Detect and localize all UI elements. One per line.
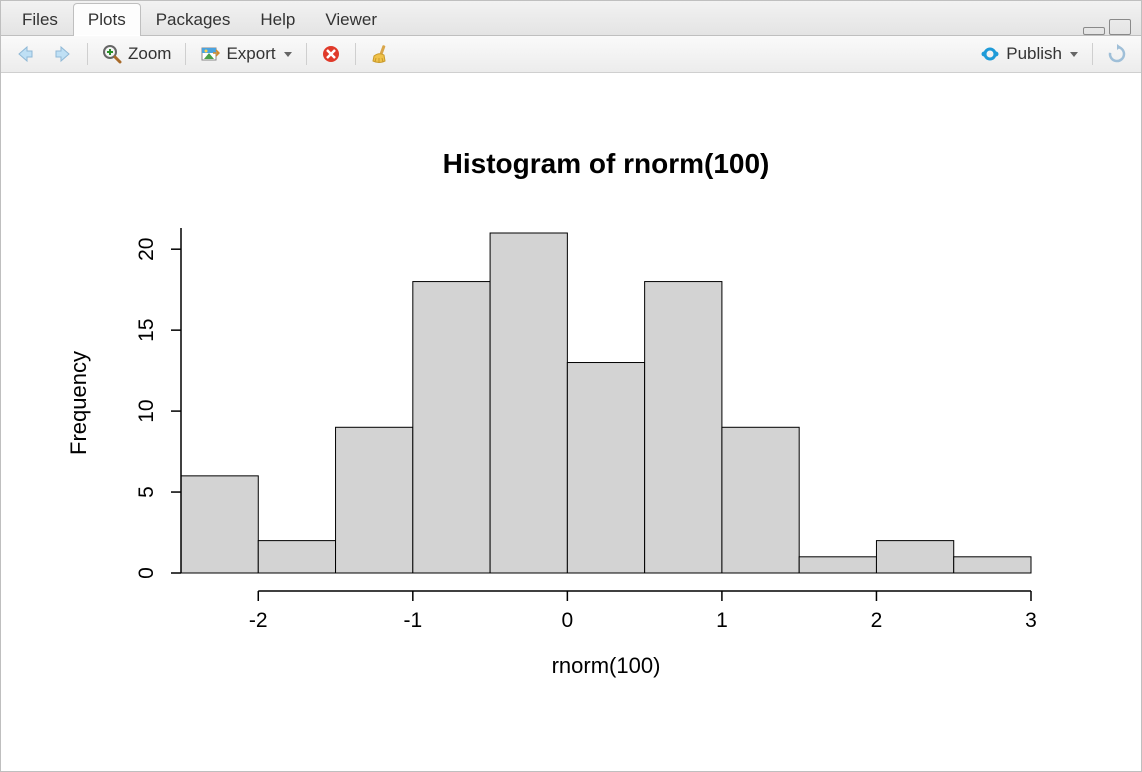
magnifier-plus-icon	[102, 44, 122, 64]
svg-text:Frequency: Frequency	[66, 351, 91, 455]
svg-text:0: 0	[135, 567, 158, 579]
export-label: Export	[226, 44, 275, 64]
publish-label: Publish	[1006, 44, 1062, 64]
prev-plot-button[interactable]	[9, 42, 41, 66]
tab-plots[interactable]: Plots	[73, 3, 141, 36]
export-image-icon	[200, 44, 220, 64]
plot-canvas: Histogram of rnorm(100) -2 -1 0 1 2 3 0 5 10 15 20 r…	[1, 73, 1141, 771]
tab-packages[interactable]: Packages	[141, 3, 246, 36]
next-plot-button[interactable]	[47, 42, 79, 66]
svg-text:15: 15	[135, 318, 158, 341]
remove-icon	[321, 44, 341, 64]
pane-window-controls	[1083, 19, 1135, 35]
zoom-label: Zoom	[128, 44, 171, 64]
arrow-right-icon	[53, 44, 73, 64]
toolbar-separator	[87, 43, 88, 65]
svg-text:0: 0	[562, 609, 574, 632]
svg-text:10: 10	[135, 399, 158, 422]
plots-toolbar: Zoom Export	[1, 36, 1141, 73]
publish-icon	[980, 44, 1000, 64]
refresh-icon	[1107, 44, 1127, 64]
toolbar-separator	[306, 43, 307, 65]
svg-text:20: 20	[135, 238, 158, 261]
svg-text:3: 3	[1025, 609, 1037, 632]
svg-text:Histogram of rnorm(100): Histogram of rnorm(100)	[443, 148, 770, 179]
toolbar-separator	[185, 43, 186, 65]
clear-all-button[interactable]	[364, 42, 396, 66]
minimize-icon[interactable]	[1083, 27, 1105, 35]
pane-tabs: Files Plots Packages Help Viewer	[1, 1, 1141, 36]
chevron-down-icon	[284, 52, 292, 57]
svg-text:5: 5	[135, 486, 158, 498]
publish-button[interactable]: Publish	[974, 42, 1084, 66]
zoom-button[interactable]: Zoom	[96, 42, 177, 66]
tab-files[interactable]: Files	[7, 3, 73, 36]
arrow-left-icon	[15, 44, 35, 64]
tab-help[interactable]: Help	[245, 3, 310, 36]
svg-text:rnorm(100): rnorm(100)	[552, 653, 661, 678]
remove-plot-button[interactable]	[315, 42, 347, 66]
toolbar-separator	[355, 43, 356, 65]
tab-viewer[interactable]: Viewer	[310, 3, 392, 36]
svg-text:-1: -1	[403, 609, 422, 632]
svg-text:2: 2	[871, 609, 883, 632]
broom-icon	[370, 44, 390, 64]
toolbar-separator	[1092, 43, 1093, 65]
maximize-icon[interactable]	[1109, 19, 1131, 35]
plots-pane: Files Plots Packages Help Viewer Zoom	[0, 0, 1142, 772]
refresh-button[interactable]	[1101, 42, 1133, 66]
export-button[interactable]: Export	[194, 42, 297, 66]
svg-text:-2: -2	[249, 609, 268, 632]
chevron-down-icon	[1070, 52, 1078, 57]
histogram-plot: Histogram of rnorm(100) -2 -1 0 1 2 3 0 5 10 15 20 r…	[1, 73, 1141, 771]
svg-text:1: 1	[716, 609, 728, 632]
